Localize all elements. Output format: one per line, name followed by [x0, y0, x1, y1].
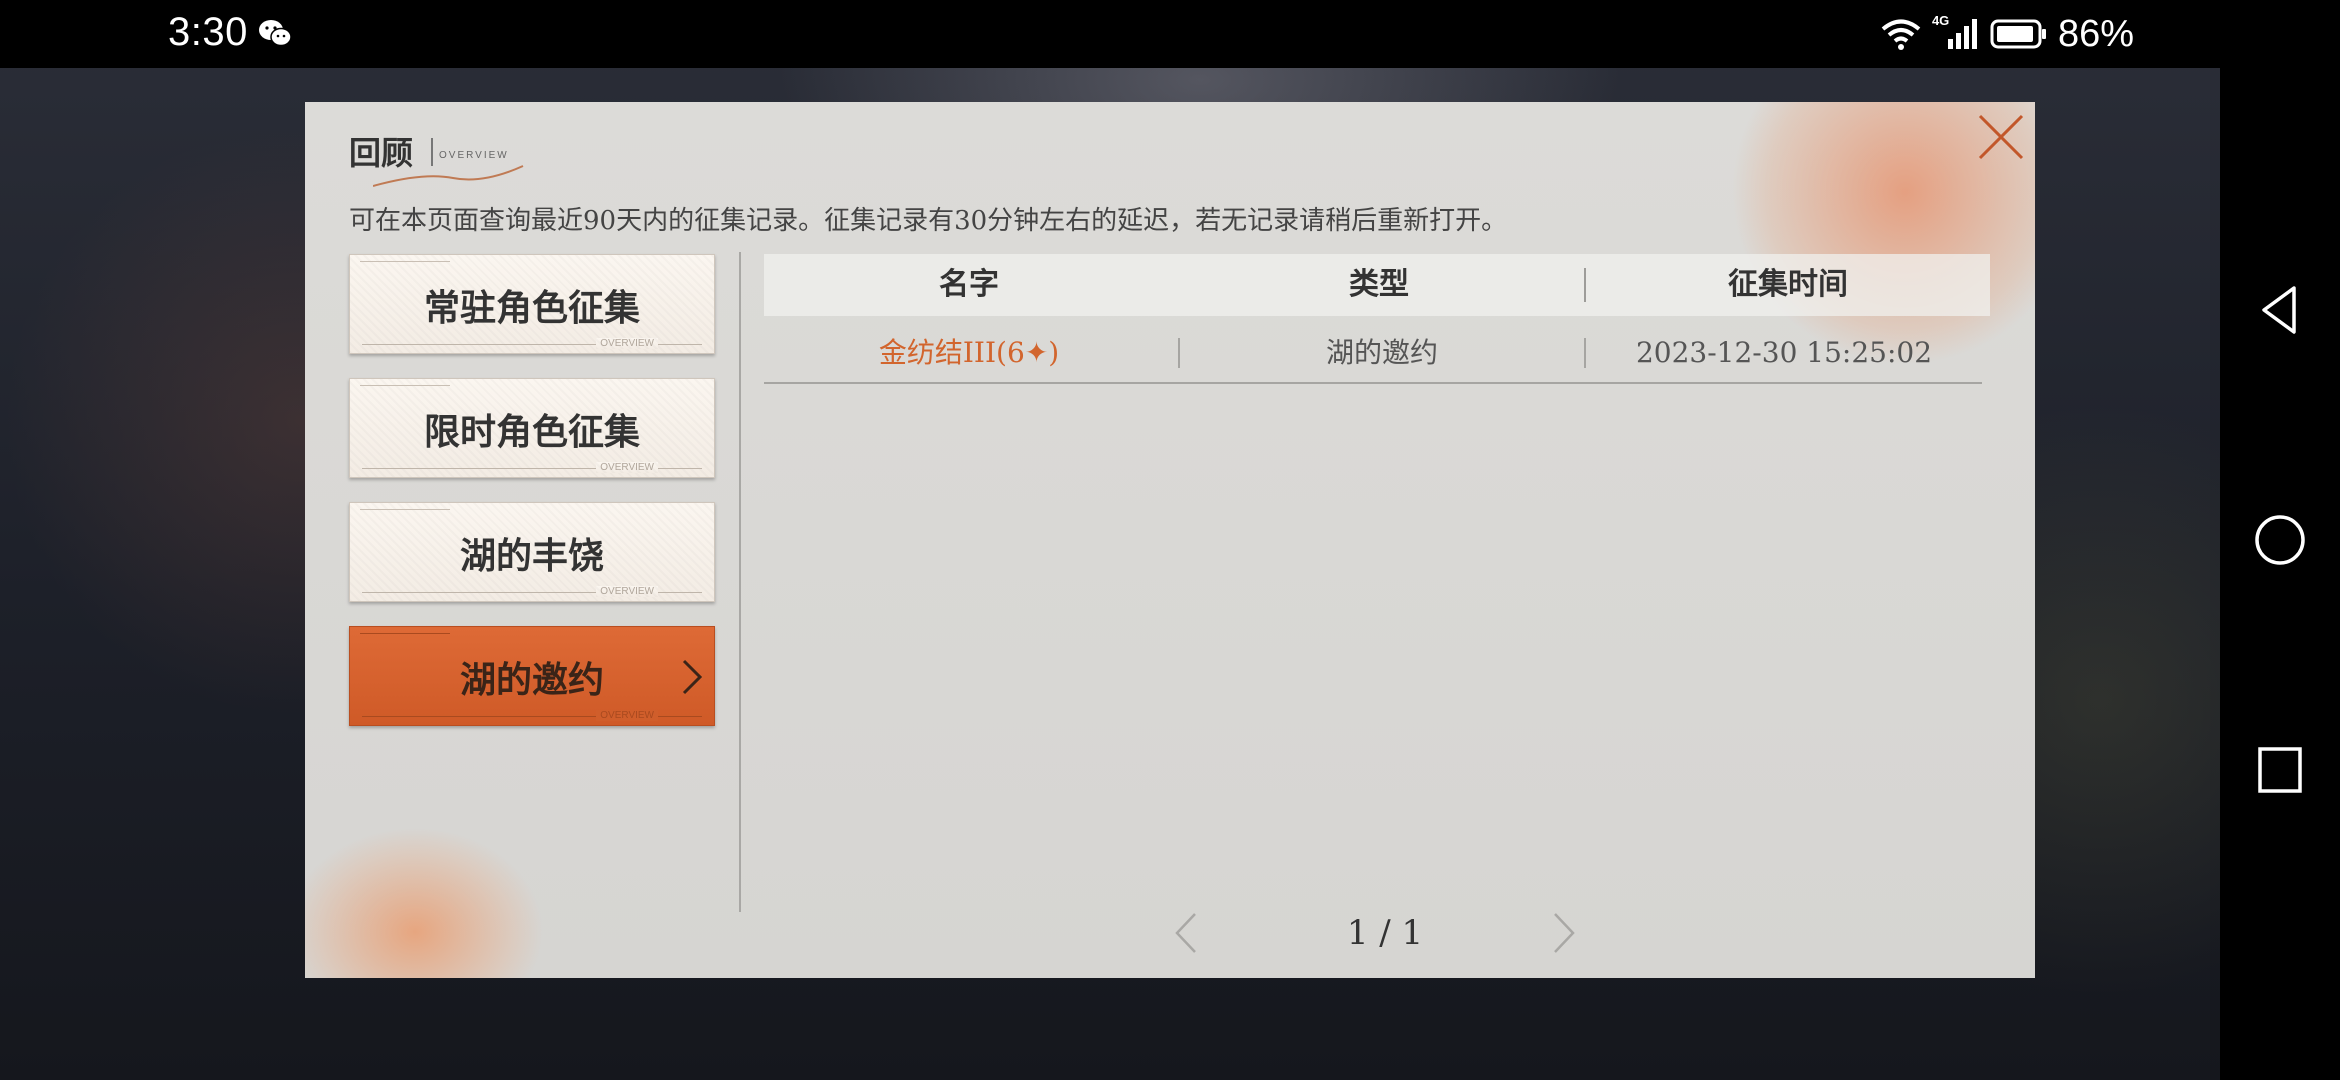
wechat-icon	[259, 20, 292, 47]
menu-limited-recruit[interactable]: 限时角色征集 OVERVIEW	[349, 378, 715, 478]
cell-type: 湖的邀约	[1325, 336, 1438, 369]
history-dialog: 回顾 OVERVIEW 可在本页面查询最近90天内的征集记录。征集记录有30分钟…	[305, 102, 2035, 978]
menu-label: 限时角色征集	[423, 411, 640, 453]
menu-deco-top	[360, 633, 450, 634]
close-icon[interactable]	[1974, 110, 2028, 164]
page-indicator: 1 / 1	[1346, 913, 1424, 953]
chevron-right-icon	[682, 659, 703, 695]
signal-icon: 4G	[1932, 13, 1980, 51]
chevron-left-icon[interactable]	[1171, 910, 1201, 956]
column-header-time: 征集时间	[1728, 267, 1848, 302]
wifi-icon	[1881, 19, 1921, 50]
back-icon[interactable]	[2250, 280, 2310, 340]
menu-deco-tag: OVERVIEW	[596, 338, 658, 349]
panel-divider	[739, 252, 741, 912]
status-time: 3:30	[168, 10, 248, 54]
home-icon[interactable]	[2250, 510, 2310, 570]
menu-deco-tag: OVERVIEW	[596, 462, 658, 473]
table-row: 金纺结III(6✦) 湖的邀约 2023-12-30 15:25:02	[764, 324, 1982, 384]
menu-lake-invitation[interactable]: 湖的邀约 OVERVIEW	[349, 626, 715, 726]
menu-label: 常驻角色征集	[423, 287, 640, 329]
dialog-header: 回顾 OVERVIEW	[349, 128, 549, 188]
recents-icon[interactable]	[2250, 740, 2310, 800]
cell-time: 2023-12-30 15:25:02	[1635, 336, 1933, 369]
column-header-type: 类型	[1349, 267, 1409, 302]
chevron-right-icon[interactable]	[1549, 910, 1579, 956]
menu-deco-top	[360, 385, 450, 386]
cell-name: 金纺结III(6✦)	[878, 336, 1060, 369]
notice-text: 可在本页面查询最近90天内的征集记录。征集记录有30分钟左右的延迟，若无记录请稍…	[349, 206, 1508, 236]
menu-deco-top	[360, 509, 450, 510]
battery-icon	[1990, 19, 2046, 49]
battery-percent: 86%	[2057, 12, 2134, 55]
table-header: 名字 类型 征集时间	[764, 254, 1990, 316]
title-swoosh-decoration	[373, 165, 524, 187]
menu-standard-recruit[interactable]: 常驻角色征集 OVERVIEW	[349, 254, 715, 354]
status-bar: 3:30 4G 86%	[0, 0, 2220, 68]
menu-label: 湖的邀约	[459, 659, 604, 701]
menu-lake-abundance[interactable]: 湖的丰饶 OVERVIEW	[349, 502, 715, 602]
navigation-bar	[2220, 0, 2340, 1080]
status-right: 4G 86%	[1880, 10, 2134, 58]
column-header-name: 名字	[939, 267, 999, 302]
menu-label: 湖的丰饶	[459, 535, 604, 577]
menu-deco-tag: OVERVIEW	[596, 586, 658, 597]
menu-deco-top	[360, 261, 450, 262]
menu-deco-tag: OVERVIEW	[596, 710, 658, 721]
